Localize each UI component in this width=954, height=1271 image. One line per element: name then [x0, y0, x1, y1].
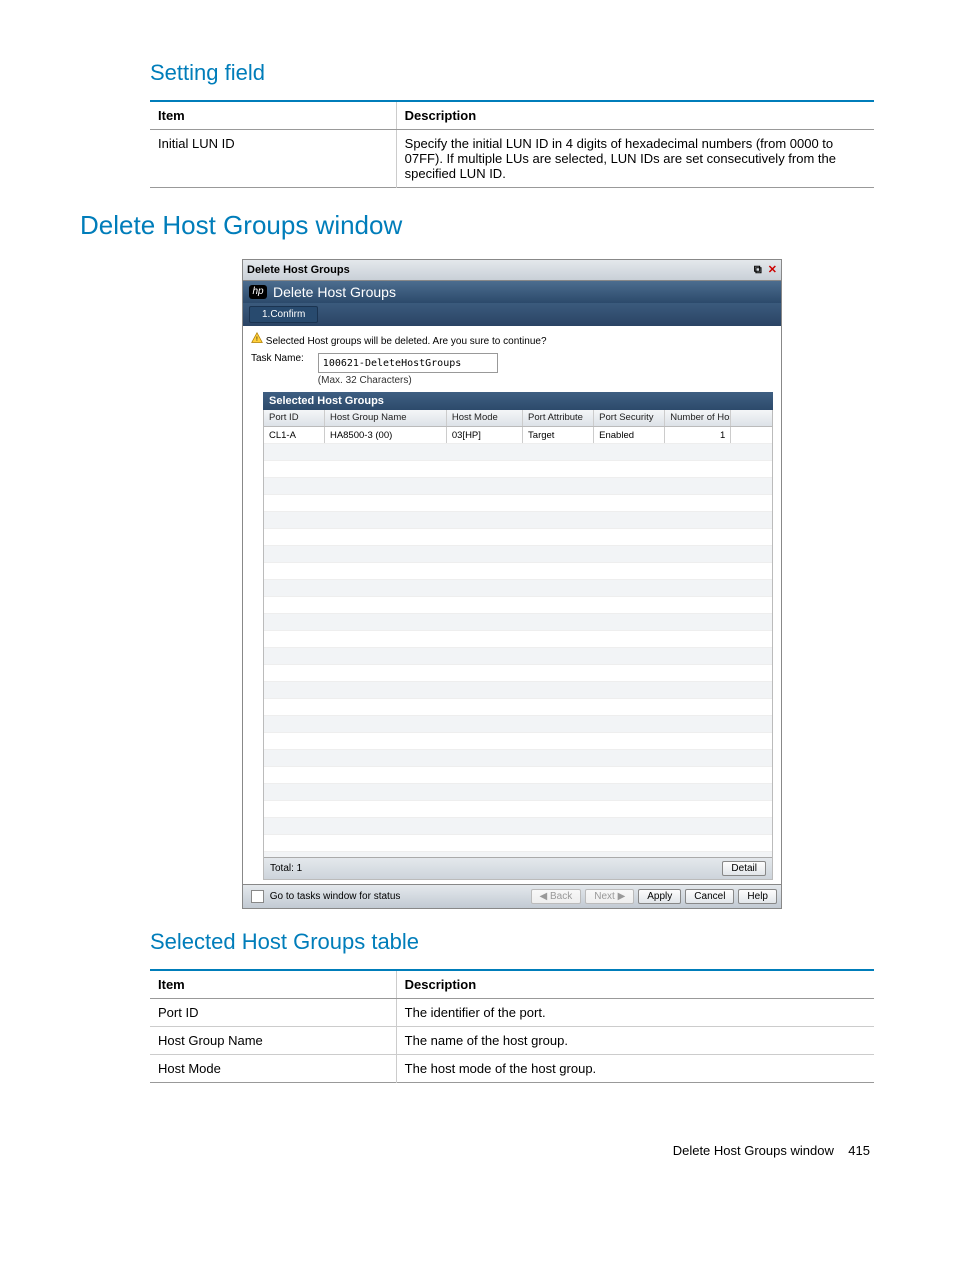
col-description: Description [396, 101, 874, 130]
warning-text: Selected Host groups will be deleted. Ar… [266, 336, 547, 347]
apply-button[interactable]: Apply [638, 889, 681, 904]
help-button[interactable]: Help [738, 889, 777, 904]
warning-icon: ! [251, 332, 263, 344]
cell-item: Port ID [150, 999, 396, 1027]
table-row: Initial LUN ID Specify the initial LUN I… [150, 130, 874, 188]
grid-data-row[interactable]: CL1-A HA8500-3 (00) 03[HP] Target Enable… [264, 427, 772, 444]
task-name-hint: (Max. 32 Characters) [318, 375, 498, 386]
col-port-security[interactable]: Port Security [594, 410, 665, 426]
back-button[interactable]: ◀ Back [531, 889, 582, 904]
cell-port-attr: Target [523, 427, 594, 443]
task-name-label: Task Name: [251, 353, 304, 364]
cell-port-id: CL1-A [264, 427, 325, 443]
cell-desc: The host mode of the host group. [396, 1055, 874, 1083]
cell-num-hosts: 1 [665, 427, 731, 443]
hp-logo-icon: hp [249, 285, 267, 299]
cell-item: Host Mode [150, 1055, 396, 1083]
cell-desc: The identifier of the port. [396, 999, 874, 1027]
cell-host-mode: 03[HP] [447, 427, 523, 443]
cell-hg-name: HA8500-3 (00) [325, 427, 447, 443]
heading-delete-host-groups: Delete Host Groups window [80, 210, 874, 241]
grid-total: Total: 1 [270, 863, 302, 874]
setting-field-table: Item Description Initial LUN ID Specify … [150, 100, 874, 188]
col-item: Item [150, 101, 396, 130]
table-row: Port ID The identifier of the port. [150, 999, 874, 1027]
panel-title-selected-host-groups: Selected Host Groups [263, 392, 773, 410]
col-spacer [731, 410, 772, 426]
restore-icon[interactable]: ⧉ [754, 264, 762, 276]
detail-button[interactable]: Detail [722, 861, 766, 876]
table-row: Host Mode The host mode of the host grou… [150, 1055, 874, 1083]
col-number-of-hosts[interactable]: Number of Hosts [665, 410, 731, 426]
cell-port-sec: Enabled [594, 427, 665, 443]
go-to-tasks-label: Go to tasks window for status [270, 892, 401, 903]
col-host-mode[interactable]: Host Mode [447, 410, 523, 426]
col-item: Item [150, 970, 396, 999]
header-title: Delete Host Groups [273, 284, 396, 300]
footer-title: Delete Host Groups window [673, 1143, 834, 1158]
task-name-input[interactable] [318, 353, 498, 373]
selected-host-groups-desc-table: Item Description Port ID The identifier … [150, 969, 874, 1083]
col-description: Description [396, 970, 874, 999]
grid-body: CL1-A HA8500-3 (00) 03[HP] Target Enable… [264, 427, 772, 857]
selected-host-groups-grid: Port ID Host Group Name Host Mode Port A… [263, 410, 773, 880]
col-port-attribute[interactable]: Port Attribute [523, 410, 594, 426]
col-port-id[interactable]: Port ID [264, 410, 325, 426]
cell-desc: Specify the initial LUN ID in 4 digits o… [396, 130, 874, 188]
heading-setting-field: Setting field [150, 60, 874, 86]
delete-host-groups-window: Delete Host Groups ⧉ ✕ hp Delete Host Gr… [242, 259, 782, 909]
close-icon[interactable]: ✕ [768, 264, 777, 276]
page-footer: Delete Host Groups window 415 [80, 1143, 874, 1158]
cancel-button[interactable]: Cancel [685, 889, 734, 904]
cell-item: Host Group Name [150, 1027, 396, 1055]
next-button[interactable]: Next ▶ [585, 889, 634, 904]
wizard-step-confirm: 1.Confirm [249, 306, 318, 323]
window-title: Delete Host Groups [247, 264, 350, 276]
go-to-tasks-checkbox[interactable] [251, 890, 264, 903]
col-host-group-name[interactable]: Host Group Name [325, 410, 447, 426]
table-row: Host Group Name The name of the host gro… [150, 1027, 874, 1055]
footer-page-number: 415 [848, 1143, 870, 1158]
svg-text:!: ! [256, 336, 258, 343]
cell-desc: The name of the host group. [396, 1027, 874, 1055]
cell-item: Initial LUN ID [150, 130, 396, 188]
heading-selected-host-groups-table: Selected Host Groups table [150, 929, 874, 955]
